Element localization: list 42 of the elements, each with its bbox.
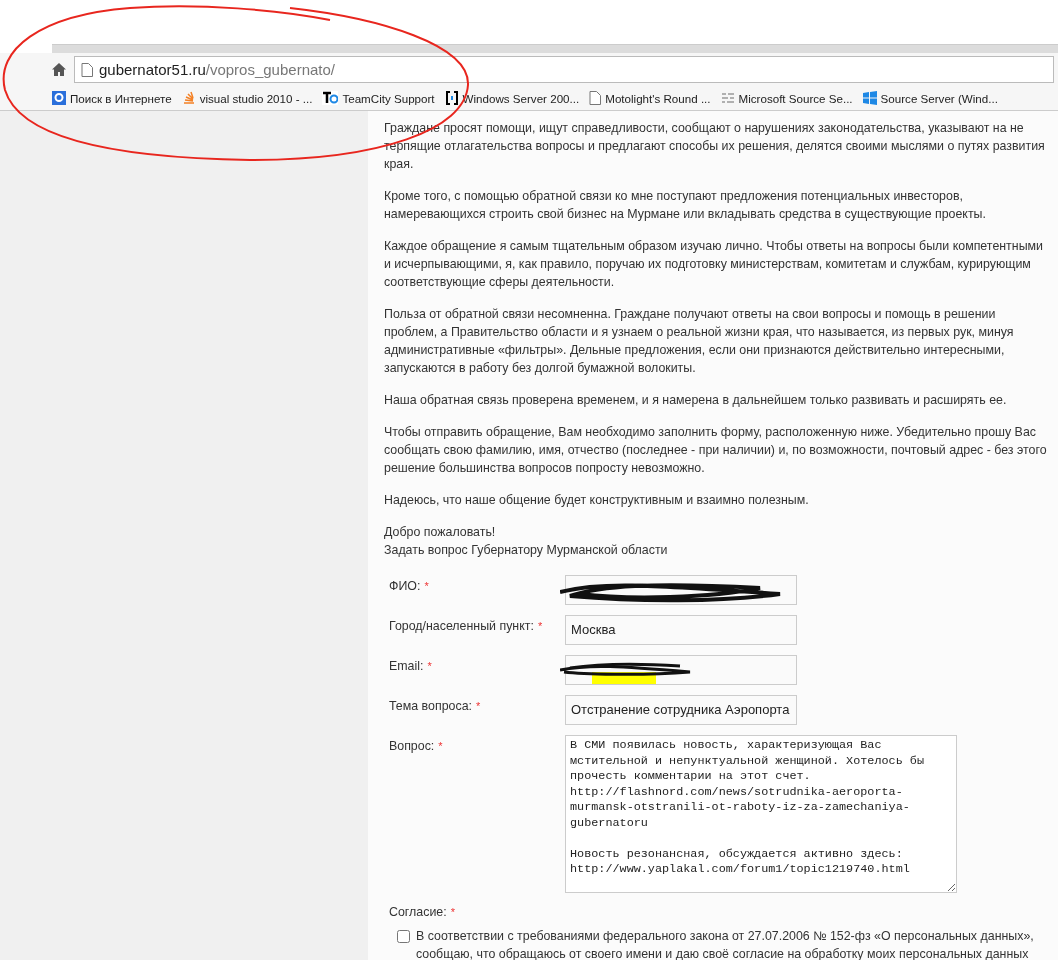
field-label: Тема вопроса: — [389, 699, 472, 713]
bracket-icon — [444, 91, 459, 105]
bookmark[interactable]: visual studio 2010 - ... — [181, 91, 313, 105]
stack-icon — [181, 91, 196, 105]
windows-logo-icon — [862, 91, 877, 105]
field-label: Согласие: — [389, 905, 447, 919]
required-mark: * — [438, 740, 443, 752]
url-text: gubernator51.ru/vopros_gubernato/ — [99, 61, 335, 78]
address-bar[interactable]: gubernator51.ru/vopros_gubernato/ — [74, 56, 1054, 83]
required-mark: * — [450, 906, 455, 918]
paragraph: Надеюсь, что наше общение будет конструктивным и взаимно полезным. — [384, 492, 810, 509]
paragraph: Кроме того, с помощью обратной связи ко мне поступают предложения потенциальных инвесторов, намеревающихся строить свой бизнес на Мурмане или вкладывать средства в существующие проекты. — [384, 188, 987, 223]
tc-logo-icon — [322, 91, 339, 105]
required-mark: * — [537, 620, 543, 632]
greeting-text: Задать вопрос Губернатору Мурманской области — [384, 542, 669, 559]
page-icon — [589, 91, 602, 105]
home-icon[interactable] — [52, 63, 66, 76]
bookmark[interactable]: Microsoft Source Se... — [720, 91, 853, 105]
lines-icon — [720, 91, 735, 105]
field-label: ФИО: — [389, 579, 421, 593]
greeting-text: Добро пожаловать! — [384, 524, 497, 541]
text-field[interactable]: Москва — [565, 615, 797, 645]
paragraph: Чтобы отправить обращение, Вам необходимо заполнить форму, расположенную ниже. Убедительно прошу Вас сообщать свою фамилию, имя, отчество (последнее - при наличии) и, по возможности, почтовый адрес - без этого решение большинства вопросов попросту невозможно. — [384, 424, 1048, 477]
bookmark[interactable]: TeamCity Support — [322, 91, 435, 105]
bookmark[interactable]: Motolight's Round ... — [589, 91, 711, 105]
field-label: Вопрос: — [389, 739, 435, 753]
text-field[interactable]: Отстранение сотрудника Аэропорта — [565, 695, 797, 725]
bookmark[interactable]: Source Server (Wind... — [862, 91, 998, 105]
bookmark[interactable]: Поиск в Интернете — [52, 91, 172, 105]
page-icon — [81, 62, 93, 77]
search-engine-icon — [52, 91, 66, 105]
question-textarea[interactable]: В СМИ появилась новость, характеризующая Вас мстительной и непунктуальной женщиной. Хотелось бы прочесть комментарии на этот счет. http://flashnord.com/news/sotrudnika-aeroporta-murmansk-otstranili-ot-raboty-iz-za-zamechaniya-gubernatoru Новость резонансная, обсуждается активно здесь: http://www.yaplakal.com/forum1/topic1219740.html — [565, 735, 957, 893]
field-label: Город/населенный пункт: — [389, 619, 534, 633]
paragraph: Наша обратная связь проверена временем, и я намерена в дальнейшем только развивать и расширять ее. — [384, 392, 1008, 409]
required-mark: * — [476, 700, 481, 712]
required-mark: * — [424, 580, 429, 592]
paragraph: Каждое обращение я самым тщательным образом изучаю лично. Чтобы ответы на вопросы были компетентными и исчерпывающими, я, как правило, поручаю их подготовку министерствам, комитетам и службам, курирующим соответствующие сферы деятельности. — [384, 238, 1044, 291]
field-label: Email: — [389, 659, 424, 673]
consent-checkbox[interactable] — [397, 930, 410, 943]
consent-text: В соответствии с требованиями федерального закона от 27.07.2006 № 152-фз «О персональных данных», сообщаю, что обращаюсь от своего имени и даю своё согласие на обработку моих персональных данных — [416, 928, 1035, 960]
paragraph: Польза от обратной связи несомненна. Граждане получают ответы на свои вопросы и помощь в решении проблем, а Правительство области и я узнаем о реальной жизни края, что называется, из первых рук, минуя административные «фильтры». Дельные предложения, если они признаются действительно интересными, запускаются в работу без долгой бумажной волокиты. — [384, 306, 1015, 377]
required-mark: * — [427, 660, 432, 672]
